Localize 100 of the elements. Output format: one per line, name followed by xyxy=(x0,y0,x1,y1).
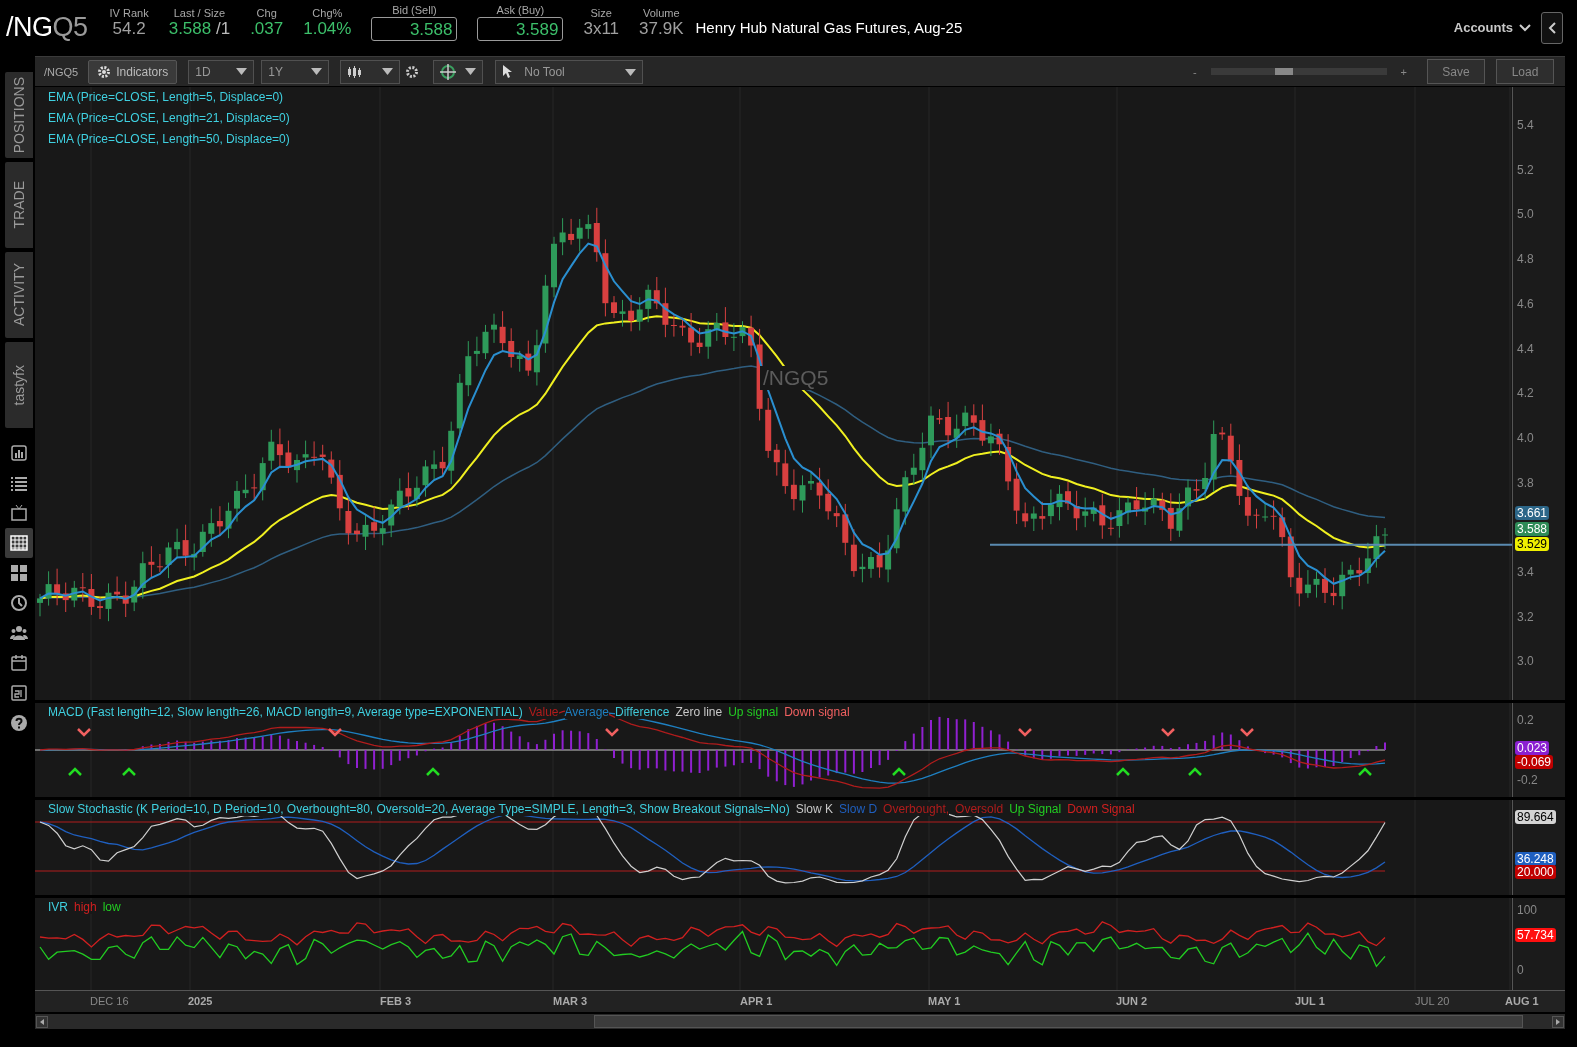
axis-label: 0.2 xyxy=(1517,713,1534,727)
price-badge: -0.069 xyxy=(1515,755,1554,769)
triangle-right-icon xyxy=(1556,1018,1560,1025)
stat-value: 3.588 /1 xyxy=(168,18,231,39)
legend-item: Up signal xyxy=(728,705,779,719)
caret-icon xyxy=(382,68,394,75)
triangle-left-icon xyxy=(40,1018,44,1025)
indicator-label: Slow Stochastic (K Period=10, D Period=10, Overbought=80, Oversold=20, Average Type=SIMPLE, Length=3, Show Breakout Signals=No) xyxy=(48,802,790,816)
legend-item: Average xyxy=(564,705,609,719)
caret-icon xyxy=(625,68,637,76)
date-label: FEB 3 xyxy=(380,995,412,1007)
crosshair-icon xyxy=(440,63,457,80)
people-icon xyxy=(10,624,28,642)
scroll-right-button[interactable] xyxy=(1552,1015,1564,1028)
legend-item: Up Signal xyxy=(1009,802,1062,816)
stat-label: Volume xyxy=(642,6,680,19)
price-badge: 3.588 xyxy=(1515,522,1550,536)
axis-label: 5.4 xyxy=(1517,118,1534,132)
legend-item: Oversold xyxy=(955,802,1004,816)
side-tab[interactable]: POSITIONS xyxy=(5,72,33,158)
drawing-tool-dropdown[interactable]: No Tool xyxy=(495,59,644,84)
range-dropdown[interactable]: 1Y xyxy=(261,59,330,84)
chevron-left-icon xyxy=(1548,21,1556,34)
axis-label: 4.8 xyxy=(1517,252,1534,267)
accounts-menu[interactable]: Accounts xyxy=(1453,20,1531,35)
date-label: JUL 1 xyxy=(1295,995,1325,1007)
grid-icon xyxy=(10,564,28,582)
axis-label: 3.0 xyxy=(1517,654,1534,669)
legend-item: Down Signal xyxy=(1067,802,1135,816)
price-badge: 20.000 xyxy=(1515,865,1556,879)
legend-item: Zero line xyxy=(675,705,723,719)
stat-label: Last / Size xyxy=(173,6,226,19)
load-button[interactable]: Load xyxy=(1496,59,1554,84)
axis-label: 4.2 xyxy=(1517,386,1534,401)
side-tab[interactable]: ACTIVITY xyxy=(5,252,33,338)
legend-item: Overbought, xyxy=(883,802,950,816)
price-badge: 89.664 xyxy=(1515,810,1556,824)
price-badge: 3.529 xyxy=(1515,537,1550,551)
symbol-title: /NGQ5 xyxy=(6,12,88,43)
axis-label: 4.0 xyxy=(1517,430,1534,445)
indicator-label: MACD (Fast length=12, Slow length=26, MACD length=9, Average type=EXPONENTIAL) xyxy=(48,705,523,719)
price-field[interactable]: 3.589 xyxy=(477,17,564,41)
indicator-label: IVR xyxy=(48,900,68,914)
axis-label: 5.2 xyxy=(1517,162,1534,177)
chart-type-dropdown[interactable] xyxy=(340,59,401,84)
zoom-out-button[interactable]: - xyxy=(1192,65,1197,78)
price-badge: 57.734 xyxy=(1515,928,1556,942)
axis-label: 100 xyxy=(1517,903,1538,917)
stat-value: 1.04% xyxy=(303,18,352,39)
indicator-label: EMA (Price=CLOSE, Length=5, Displace=0) xyxy=(48,90,285,104)
stat-value: .037 xyxy=(250,18,284,39)
stat-label: Ask (Buy) xyxy=(496,4,545,16)
axis-label: 3.2 xyxy=(1517,609,1534,624)
chart-symbol: /NGQ5 xyxy=(44,65,79,78)
help-icon xyxy=(10,714,28,732)
axis-label: 5.0 xyxy=(1517,207,1534,222)
indicators-button[interactable]: Indicators xyxy=(88,59,178,84)
axis-label: 3.8 xyxy=(1517,475,1534,490)
legend-item: Slow D xyxy=(839,802,878,816)
clock-icon xyxy=(10,594,28,612)
date-label: MAR 3 xyxy=(553,995,588,1007)
zoom-slider[interactable] xyxy=(1210,68,1387,75)
caret-icon xyxy=(465,68,477,75)
chevron-down-icon xyxy=(1519,23,1531,32)
side-tab[interactable]: tastyfx xyxy=(5,342,33,428)
side-tab[interactable]: TRADE xyxy=(5,162,33,248)
price-field[interactable]: 3.588 xyxy=(371,17,458,41)
aggregation-dropdown[interactable]: 1D xyxy=(188,59,255,84)
date-label: MAY 1 xyxy=(928,995,961,1007)
legend-item: low xyxy=(102,900,121,914)
dashboard-icon xyxy=(10,444,28,462)
chart-grid-icon xyxy=(10,534,28,552)
stat-value: 54.2 xyxy=(112,18,146,39)
price-badge: 3.661 xyxy=(1515,506,1550,520)
scroll-left-button[interactable] xyxy=(36,1015,48,1028)
legend-item: Down signal xyxy=(784,705,850,719)
drawing-dropdown[interactable] xyxy=(433,59,484,84)
settings-icon[interactable] xyxy=(405,64,420,79)
legend-item: high xyxy=(74,900,97,914)
axis-label: 0 xyxy=(1517,963,1524,977)
sidebar-button[interactable] xyxy=(5,528,33,558)
tv-icon xyxy=(10,504,28,522)
date-label: APR 1 xyxy=(740,995,773,1007)
date-label: 2025 xyxy=(188,995,213,1007)
legend-item: Difference xyxy=(615,705,670,719)
zoom-in-button[interactable]: + xyxy=(1400,65,1407,78)
axis-label: 3.4 xyxy=(1517,565,1534,579)
date-label: DEC 16 xyxy=(90,995,129,1007)
legend-item: Slow K xyxy=(795,802,834,816)
caret-icon xyxy=(236,68,248,75)
save-button[interactable]: Save xyxy=(1427,59,1485,84)
axis-label: -0.2 xyxy=(1517,773,1538,787)
price-badge: 0.023 xyxy=(1515,741,1550,755)
axis-label: 4.6 xyxy=(1517,296,1534,311)
axis-label: 4.4 xyxy=(1517,341,1534,356)
stat-label: Bid (Sell) xyxy=(392,4,437,16)
stat-value: 37.9K xyxy=(639,18,684,39)
legend-item: Value xyxy=(528,705,559,719)
collapse-button[interactable] xyxy=(1541,11,1563,44)
stat-value: 3x11 xyxy=(583,18,620,39)
